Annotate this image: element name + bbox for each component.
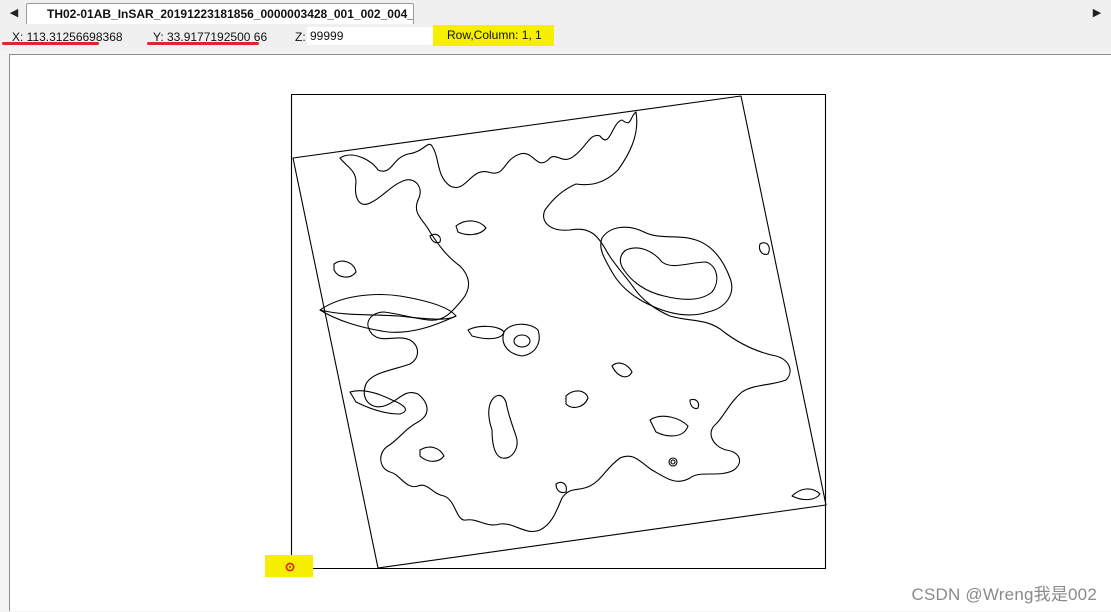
island-contour-d [349,390,406,415]
island-contour-b [565,390,589,408]
central-loop-b [502,323,540,357]
scatter-f [758,242,770,255]
feature-ring [668,457,678,467]
scatter-c [689,398,700,410]
crosshair-point-icon [285,562,295,572]
central-loop-a [467,325,505,340]
scatter-a [611,362,633,378]
central-loop-c [513,334,531,348]
scatter-e [455,220,487,236]
watermark-text: CSDN @Wreng我是002 [911,585,1097,604]
scatter-d [429,233,441,244]
contour-map [290,93,827,570]
right-edge-feature [791,488,821,501]
scatter-g [419,446,445,462]
grid-extent-rectangle [290,93,827,570]
left-wedge-contour [319,294,457,320]
island-contour-c [333,260,357,278]
scatter-b [649,415,689,437]
scatter-h [555,481,567,494]
main-contour [339,111,791,532]
feature-ring-inner [670,459,676,465]
island-contour-a [488,394,518,459]
inner-basin-contour [619,247,718,300]
swath-boundary [292,95,827,569]
